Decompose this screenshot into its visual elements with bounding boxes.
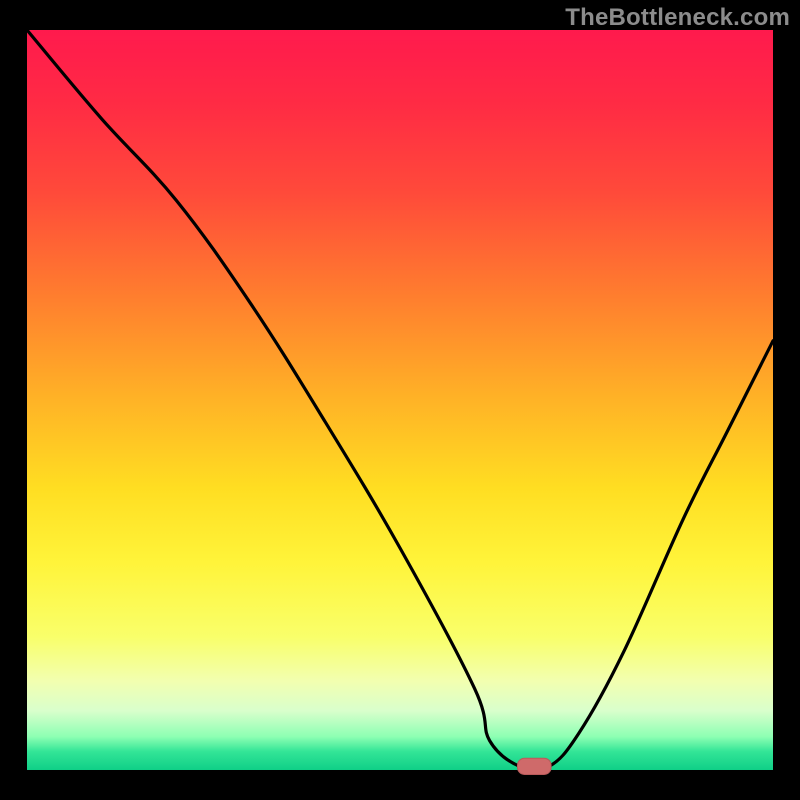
bottleneck-chart [0, 0, 800, 800]
optimum-marker [518, 758, 552, 774]
watermark-text: TheBottleneck.com [565, 4, 790, 32]
chart-frame: { "watermark": "TheBottleneck.com", "col… [0, 0, 800, 800]
plot-gradient-bg [27, 30, 773, 770]
